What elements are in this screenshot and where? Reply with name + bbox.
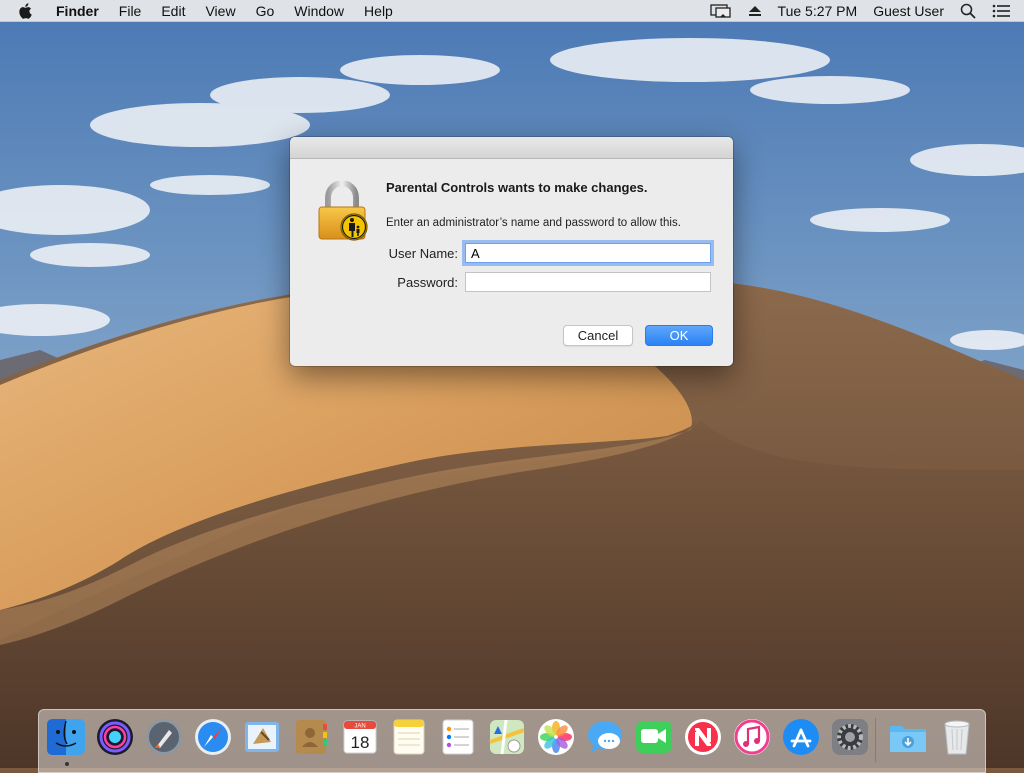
dock-divider (875, 718, 876, 762)
dock-finder-icon[interactable] (45, 716, 87, 758)
desktop-wallpaper (0, 0, 1024, 768)
dock-messages-icon[interactable] (584, 716, 626, 758)
dock-facetime-icon[interactable] (633, 716, 675, 758)
spotlight-search-icon[interactable] (952, 0, 984, 22)
cancel-button[interactable]: Cancel (563, 325, 633, 346)
username-field[interactable] (465, 243, 711, 263)
password-field[interactable] (465, 272, 711, 292)
dock-mail-icon[interactable] (241, 716, 283, 758)
dialog-heading: Parental Controls wants to make changes. (386, 180, 648, 195)
dock-safari-icon[interactable] (192, 716, 234, 758)
menu-clock[interactable]: Tue 5:27 PM (770, 0, 866, 22)
menu-go[interactable]: Go (246, 0, 285, 22)
username-label: User Name: (388, 246, 458, 261)
ok-button[interactable]: OK (645, 325, 713, 346)
dock-notes-icon[interactable] (388, 716, 430, 758)
dock-app-store-icon[interactable] (780, 716, 822, 758)
menu-file[interactable]: File (109, 0, 152, 22)
apple-icon[interactable] (18, 2, 38, 19)
menu-window[interactable]: Window (284, 0, 354, 22)
dock-downloads-folder-icon[interactable] (887, 716, 929, 758)
dock-itunes-icon[interactable] (731, 716, 773, 758)
menu-view[interactable]: View (195, 0, 245, 22)
dock-system-preferences-icon[interactable] (829, 716, 871, 758)
dock-reminders-icon[interactable] (437, 716, 479, 758)
menu-help[interactable]: Help (354, 0, 403, 22)
dock-news-icon[interactable] (682, 716, 724, 758)
dock-siri-icon[interactable] (94, 716, 136, 758)
eject-icon[interactable] (740, 0, 770, 22)
dock-launchpad-icon[interactable] (143, 716, 185, 758)
dialog-titlebar[interactable] (290, 137, 733, 159)
dock-calendar-icon[interactable]: JAN 18 (339, 716, 381, 758)
menu-bar: Finder File Edit View Go Window Help Tue… (0, 0, 1024, 22)
dock-photos-icon[interactable] (535, 716, 577, 758)
calendar-day: 18 (351, 733, 370, 752)
menu-user[interactable]: Guest User (865, 0, 952, 22)
airplay-display-icon[interactable] (702, 0, 740, 22)
authentication-dialog: Parental Controls wants to make changes.… (290, 137, 733, 366)
dock-maps-icon[interactable] (486, 716, 528, 758)
finder-running-indicator (65, 762, 69, 766)
dock-trash-icon[interactable] (936, 716, 978, 758)
parental-controls-lock-icon (316, 179, 372, 243)
menu-app-name[interactable]: Finder (52, 0, 109, 22)
dock: JAN 18 (38, 709, 986, 773)
dock-contacts-icon[interactable] (290, 716, 332, 758)
dialog-message: Enter an administrator’s name and passwo… (386, 217, 681, 229)
notification-center-icon[interactable] (984, 0, 1024, 22)
password-label: Password: (397, 275, 458, 290)
calendar-month: JAN (354, 724, 365, 730)
menu-edit[interactable]: Edit (151, 0, 195, 22)
